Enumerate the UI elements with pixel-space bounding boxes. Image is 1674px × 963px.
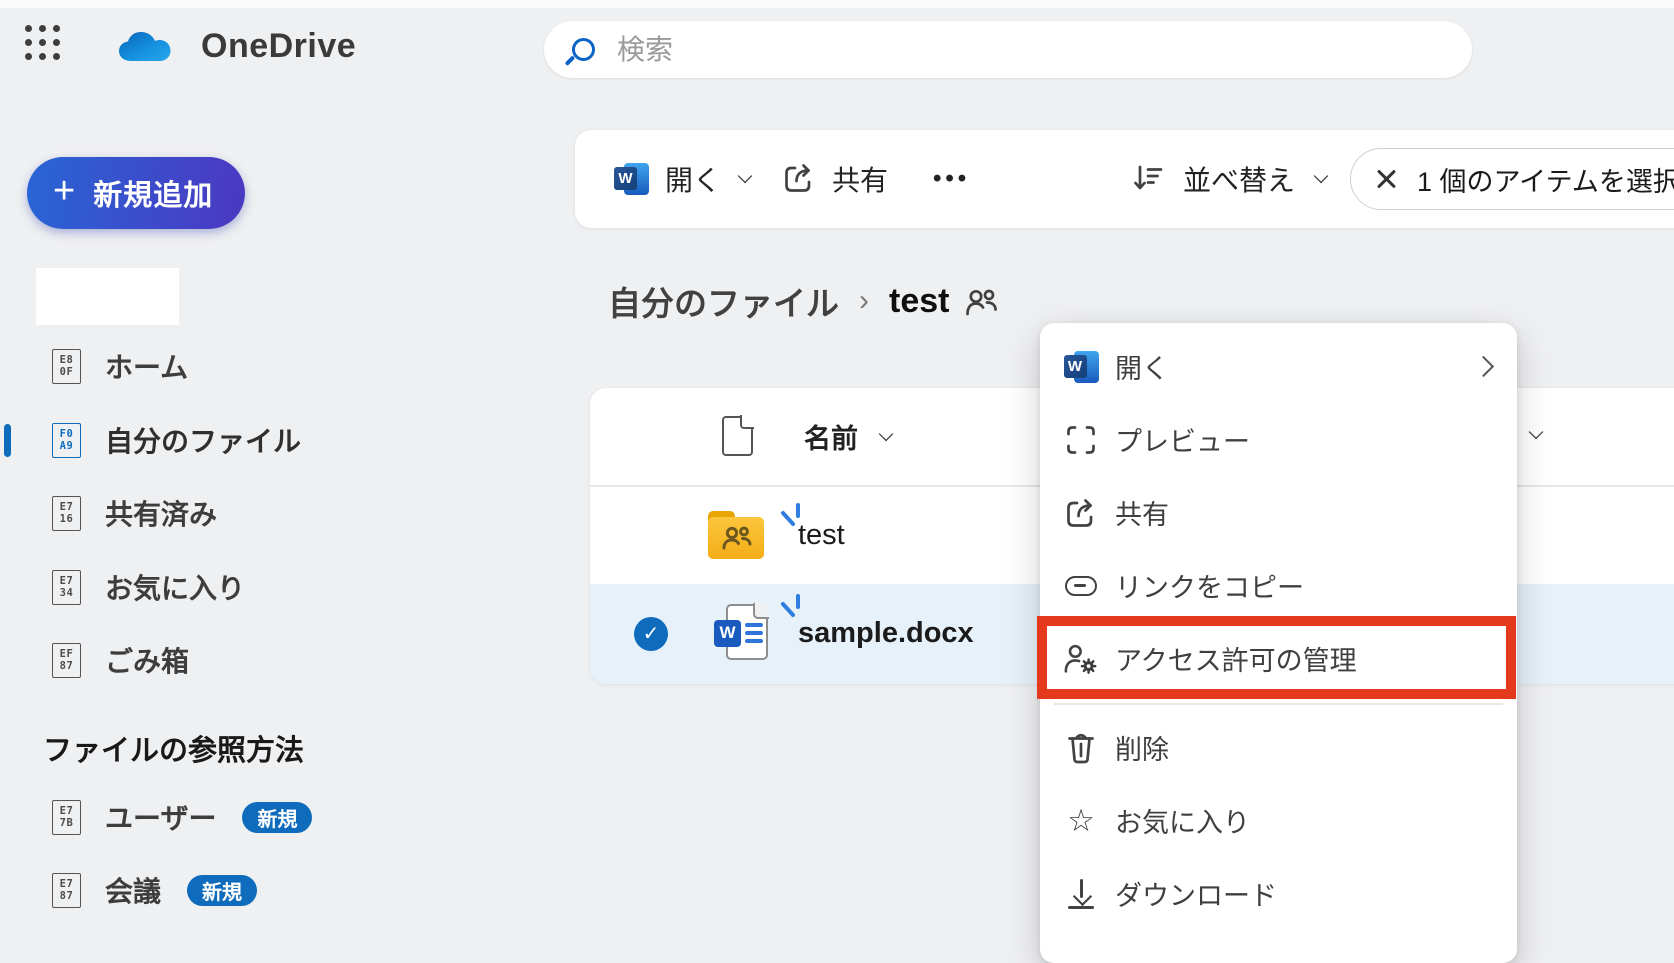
search-bar[interactable] bbox=[544, 21, 1472, 78]
more-actions-button[interactable]: ••• bbox=[927, 130, 976, 228]
link-icon bbox=[1063, 576, 1099, 596]
my-files-icon: F0A9 bbox=[52, 423, 81, 458]
sidebar-item-shared[interactable]: E716 共有済み bbox=[52, 491, 217, 535]
chevron-down-icon bbox=[1314, 169, 1329, 184]
name-column-header[interactable]: 名前 bbox=[798, 388, 900, 485]
word-app-icon: W bbox=[1063, 351, 1099, 383]
share-icon bbox=[782, 161, 816, 198]
sidebar-item-recycle-bin[interactable]: EF87 ごみ箱 bbox=[52, 638, 189, 682]
file-name: sample.docx bbox=[798, 617, 974, 650]
new-badge: 新規 bbox=[242, 802, 312, 833]
context-menu: W 開く プレビュー 共有 bbox=[1040, 323, 1517, 963]
shared-icon: E716 bbox=[52, 496, 81, 531]
app-launcher-waffle-icon[interactable] bbox=[22, 22, 62, 62]
app-title: OneDrive bbox=[201, 27, 356, 66]
new-badge: 新規 bbox=[187, 875, 257, 906]
menu-item-delete[interactable]: 削除 bbox=[1040, 711, 1517, 784]
menu-item-open[interactable]: W 開く bbox=[1040, 330, 1517, 403]
onedrive-cloud-icon bbox=[118, 28, 176, 71]
menu-item-share[interactable]: 共有 bbox=[1040, 476, 1517, 549]
sidebar-item-meetings[interactable]: E787 会議 新規 bbox=[52, 868, 257, 912]
selection-count-pill[interactable]: 1 個のアイテムを選択 bbox=[1350, 148, 1674, 210]
sort-icon bbox=[1131, 161, 1165, 198]
person-gear-icon bbox=[1063, 642, 1099, 676]
menu-divider bbox=[1054, 703, 1503, 705]
sidebar-item-my-files[interactable]: F0A9 自分のファイル bbox=[52, 418, 301, 462]
chevron-down-icon bbox=[738, 169, 753, 184]
command-bar: W 開く 共有 ••• 並べ替え 1 個のアイテムを選択 bbox=[575, 130, 1674, 228]
document-column-icon bbox=[722, 416, 753, 456]
selected-check-icon[interactable]: ✓ bbox=[634, 617, 668, 651]
sidebar-item-home[interactable]: E80F ホーム bbox=[52, 344, 188, 388]
sidebar-item-favorites[interactable]: E734 お気に入り bbox=[52, 565, 245, 609]
breadcrumb-current: test bbox=[889, 282, 949, 321]
shared-folder-icon bbox=[708, 511, 764, 559]
meetings-icon: E787 bbox=[52, 873, 81, 908]
breadcrumb-parent[interactable]: 自分のファイル bbox=[608, 277, 839, 325]
shared-people-icon bbox=[965, 287, 998, 322]
recycle-bin-icon: EF87 bbox=[52, 643, 81, 678]
breadcrumb-separator: › bbox=[859, 284, 869, 318]
chevron-down-icon bbox=[879, 426, 894, 441]
download-icon bbox=[1063, 879, 1099, 909]
word-document-icon: W bbox=[714, 604, 772, 662]
menu-item-favorite[interactable]: ☆ お気に入り bbox=[1040, 784, 1517, 857]
word-app-icon: W bbox=[614, 163, 649, 195]
selected-nav-indicator bbox=[4, 424, 11, 457]
open-button[interactable]: W 開く bbox=[608, 130, 759, 228]
submenu-chevron-right-icon bbox=[1473, 356, 1494, 377]
menu-item-copy-link[interactable]: リンクをコピー bbox=[1040, 549, 1517, 622]
search-input[interactable] bbox=[615, 33, 1379, 67]
sidebar-item-people[interactable]: E77B ユーザー 新規 bbox=[52, 795, 312, 839]
redacted-account-name bbox=[36, 268, 179, 325]
people-icon: E77B bbox=[52, 800, 81, 835]
sidebar-section-header: ファイルの参照方法 bbox=[43, 727, 304, 769]
add-new-button[interactable]: + 新規追加 bbox=[27, 157, 245, 229]
menu-item-preview[interactable]: プレビュー bbox=[1040, 403, 1517, 476]
trash-icon bbox=[1063, 732, 1099, 764]
home-icon: E80F bbox=[52, 349, 81, 384]
top-strip bbox=[0, 0, 1674, 8]
favorites-icon: E734 bbox=[52, 570, 81, 605]
selection-count-label: 1 個のアイテムを選択 bbox=[1417, 160, 1674, 199]
breadcrumb: 自分のファイル › test bbox=[608, 278, 998, 324]
menu-item-manage-access[interactable]: アクセス許可の管理 bbox=[1040, 622, 1517, 695]
star-icon: ☆ bbox=[1063, 805, 1099, 836]
file-name: test bbox=[798, 519, 845, 552]
sort-button[interactable]: 並べ替え bbox=[1125, 130, 1335, 228]
search-icon bbox=[572, 38, 595, 61]
share-icon bbox=[1063, 496, 1099, 530]
menu-item-download[interactable]: ダウンロード bbox=[1040, 857, 1517, 930]
column-options-chevron-icon[interactable] bbox=[1529, 425, 1544, 440]
close-icon[interactable] bbox=[1375, 168, 1397, 190]
plus-icon: + bbox=[53, 172, 75, 210]
preview-icon bbox=[1063, 425, 1099, 455]
more-icon: ••• bbox=[933, 165, 970, 193]
share-button[interactable]: 共有 bbox=[776, 130, 894, 228]
